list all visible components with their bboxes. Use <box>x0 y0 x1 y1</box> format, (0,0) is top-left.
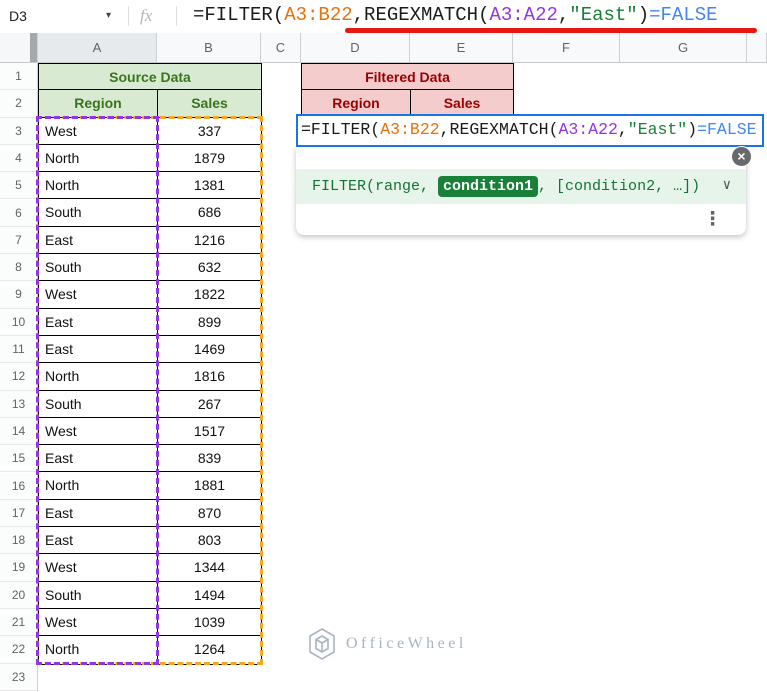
help-card-footer: ⋮ <box>296 204 746 235</box>
table-row: Filtered Data <box>302 64 513 91</box>
signature-pre: FILTER(range, <box>312 178 439 195</box>
formula-token-plain: , <box>439 120 450 139</box>
range-highlight-a3-a22[interactable] <box>36 116 159 665</box>
officewheel-logo-icon <box>309 628 335 660</box>
column-header-G[interactable]: G <box>620 33 747 63</box>
row-header-6[interactable]: 6 <box>0 199 38 227</box>
cell-editor[interactable]: =FILTER(A3:B22,REGEXMATCH(A3:A22,"East")… <box>296 114 764 147</box>
formula-token-range1: A3:B22 <box>284 4 353 26</box>
formula-token-string: "East" <box>569 4 638 26</box>
fx-icon: fx <box>140 6 153 25</box>
row-header-23[interactable]: 23 <box>0 663 38 691</box>
row-header-14[interactable]: 14 <box>0 417 38 446</box>
row-header-21[interactable]: 21 <box>0 609 38 637</box>
formula-token-range2: A3:A22 <box>489 4 558 26</box>
row-header-5[interactable]: 5 <box>0 172 38 200</box>
formula-token-bool: =FALSE <box>697 120 757 139</box>
row-header-7[interactable]: 7 <box>0 226 38 255</box>
row-header-20[interactable]: 20 <box>0 581 38 609</box>
row-header-10[interactable]: 10 <box>0 308 38 336</box>
column-header-B[interactable]: B <box>157 33 261 63</box>
formula-token-plain: , <box>352 4 365 26</box>
row-header-8[interactable]: 8 <box>0 254 38 282</box>
column-header-D[interactable]: D <box>301 33 410 63</box>
row-header-9[interactable]: 9 <box>0 281 38 309</box>
watermark-text: OfficeWheel <box>346 635 467 652</box>
annotation-red-underline <box>345 28 757 33</box>
formula-token-range1: A3:B22 <box>380 120 440 139</box>
formula-help-card: FILTER(range, condition1, [condition2, …… <box>296 147 746 235</box>
source-data-title[interactable]: Source Data <box>39 64 261 90</box>
spreadsheet-app: D3 ▾ fx =FILTER(A3:B22,REGEXMATCH(A3:A22… <box>0 0 767 692</box>
column-header-E[interactable]: E <box>410 33 513 63</box>
more-options-icon[interactable]: ⋮ <box>703 206 722 233</box>
source-region-header[interactable]: Region <box>39 90 158 117</box>
table-row: Source Data <box>39 64 261 91</box>
formula-token-plain: , <box>557 4 570 26</box>
column-header-C[interactable]: C <box>261 33 301 63</box>
frozen-pane-divider <box>30 33 37 62</box>
formula-token-plain: REGEXMATCH( <box>449 120 559 139</box>
signature-post: , [condition2, …]) <box>538 178 701 195</box>
watermark: OfficeWheel <box>306 626 467 662</box>
row-header-17[interactable]: 17 <box>0 499 38 528</box>
row-header-11[interactable]: 11 <box>0 336 38 364</box>
formula-token-bool: =FALSE <box>649 4 718 26</box>
close-icon: × <box>737 148 746 164</box>
table-row: Region Sales <box>39 90 261 118</box>
close-formula-help-button[interactable]: × <box>732 147 751 166</box>
formula-token-plain: =FILTER( <box>301 120 381 139</box>
row-header-12[interactable]: 12 <box>0 363 38 391</box>
row-header-15[interactable]: 15 <box>0 445 38 473</box>
name-box[interactable]: D3 ▾ <box>0 0 128 32</box>
column-header-F[interactable]: F <box>513 33 620 63</box>
row-header-19[interactable]: 19 <box>0 554 38 582</box>
formula-token-string: "East" <box>627 120 688 139</box>
source-sales-header[interactable]: Sales <box>158 90 261 117</box>
name-box-dropdown-icon[interactable]: ▾ <box>106 0 111 32</box>
row-header-16[interactable]: 16 <box>0 472 38 500</box>
filtered-data-title[interactable]: Filtered Data <box>302 64 513 90</box>
column-header-A[interactable]: A <box>38 33 157 63</box>
row-header-22[interactable]: 22 <box>0 636 38 664</box>
formula-token-plain: , <box>617 120 628 139</box>
formula-token-plain: REGEXMATCH( <box>364 4 490 26</box>
row-header-4[interactable]: 4 <box>0 144 38 173</box>
active-cell-reference: D3 <box>9 8 27 24</box>
formula-token-plain: =FILTER( <box>193 4 285 26</box>
formula-signature: FILTER(range, condition1, [condition2, …… <box>296 169 746 204</box>
divider <box>176 6 177 26</box>
signature-active-arg: condition1 <box>438 176 539 197</box>
formula-token-plain: ) <box>637 4 650 26</box>
cell-formula-text: =FILTER(A3:B22,REGEXMATCH(A3:A22,"East")… <box>301 116 757 145</box>
filtered-data-table: Filtered Data Region Sales <box>301 63 514 119</box>
column-header-partial[interactable] <box>747 33 767 63</box>
row-header-18[interactable]: 18 <box>0 527 38 555</box>
divider <box>128 6 129 26</box>
row-header-2[interactable]: 2 <box>0 90 38 118</box>
row-header-3[interactable]: 3 <box>0 117 38 145</box>
chevron-down-icon[interactable]: ∨ <box>723 169 731 204</box>
row-header-1[interactable]: 1 <box>0 63 38 91</box>
formula-token-plain: ) <box>687 120 698 139</box>
formula-token-range2: A3:A22 <box>558 120 618 139</box>
row-header-13[interactable]: 13 <box>0 390 38 418</box>
select-all-corner[interactable] <box>0 33 38 63</box>
